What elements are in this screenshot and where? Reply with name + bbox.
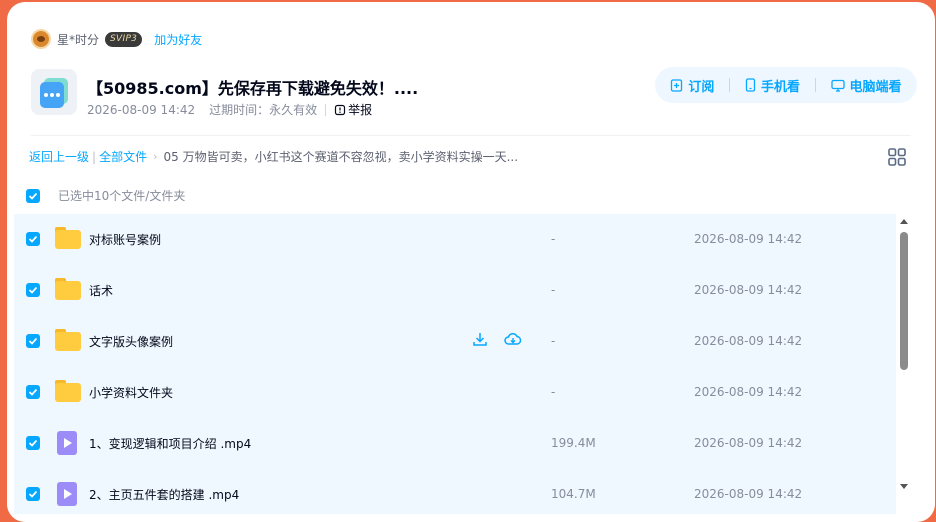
check-icon bbox=[28, 490, 38, 498]
file-name[interactable]: 1、变现逻辑和项目介绍 .mp4 bbox=[89, 435, 251, 452]
subscribe-label: 订阅 bbox=[688, 79, 715, 95]
file-name[interactable]: 话术 bbox=[89, 282, 113, 299]
file-row[interactable]: 2、主页五件套的搭建 .mp4 104.7M 2026-08-09 14:42 bbox=[14, 469, 896, 514]
breadcrumb: 返回上一级 | 全部文件 › 05 万物皆可卖，小红书这个赛道不容忽视，卖小学资… bbox=[29, 148, 518, 165]
video-file-icon bbox=[57, 482, 79, 506]
expire-label: 过期时间： bbox=[209, 103, 270, 117]
select-all-row: 已选中10个文件/文件夹 bbox=[26, 187, 185, 204]
file-size: - bbox=[551, 283, 556, 297]
row-checkbox[interactable] bbox=[26, 334, 40, 348]
select-all-checkbox[interactable] bbox=[26, 188, 40, 203]
report-button[interactable]: 举报 bbox=[334, 101, 372, 118]
phone-icon bbox=[745, 78, 756, 92]
scroll-down-arrow-icon[interactable] bbox=[900, 484, 908, 489]
current-folder: 05 万物皆可卖，小红书这个赛道不容忽视，卖小学资料实操一天... bbox=[163, 150, 519, 164]
scrollbar-thumb[interactable] bbox=[900, 232, 908, 370]
file-name[interactable]: 2、主页五件套的搭建 .mp4 bbox=[89, 486, 239, 503]
report-icon bbox=[335, 104, 346, 115]
row-hover-actions bbox=[472, 331, 536, 349]
desktop-view-label: 电脑端看 bbox=[849, 79, 902, 95]
header-divider bbox=[31, 135, 911, 136]
check-icon bbox=[28, 235, 38, 243]
user-name[interactable]: 星*时分 bbox=[57, 31, 99, 48]
file-time: 2026-08-09 14:42 bbox=[694, 436, 803, 450]
file-size: - bbox=[551, 334, 556, 348]
mobile-view-button[interactable]: 手机看 bbox=[745, 76, 800, 95]
check-icon bbox=[28, 439, 38, 447]
grid-view-icon[interactable] bbox=[887, 147, 907, 167]
share-actions: 订阅 手机看 电脑端看 bbox=[655, 67, 917, 103]
share-meta: 2026-08-09 14:42 过期时间： 永久有效 举报 bbox=[87, 101, 372, 118]
file-name[interactable]: 文字版头像案例 bbox=[89, 333, 173, 350]
vip-badge: SVIP3 bbox=[105, 31, 143, 47]
selection-count: 已选中10个文件/文件夹 bbox=[58, 189, 186, 203]
report-label: 举报 bbox=[348, 103, 373, 117]
user-row: 星*时分 SVIP3 加为好友 bbox=[31, 29, 202, 49]
list-scrollbar[interactable] bbox=[896, 214, 912, 494]
row-checkbox[interactable] bbox=[26, 436, 40, 450]
row-checkbox[interactable] bbox=[26, 487, 40, 501]
file-size: 199.4M bbox=[551, 436, 596, 450]
file-time: 2026-08-09 14:42 bbox=[694, 487, 803, 501]
avatar[interactable] bbox=[31, 29, 51, 49]
action-divider bbox=[814, 78, 816, 92]
chevron-right-icon: › bbox=[153, 150, 158, 163]
file-row[interactable]: 小学资料文件夹 - 2026-08-09 14:42 bbox=[14, 367, 896, 418]
check-icon bbox=[28, 337, 38, 345]
download-icon[interactable] bbox=[472, 331, 490, 349]
mobile-view-label: 手机看 bbox=[760, 79, 800, 95]
share-date: 2026-08-09 14:42 bbox=[87, 102, 196, 117]
file-time: 2026-08-09 14:42 bbox=[694, 385, 803, 399]
meta-divider bbox=[325, 103, 327, 116]
add-friend-link[interactable]: 加为好友 bbox=[154, 31, 202, 48]
video-file-icon bbox=[57, 431, 79, 455]
file-size: - bbox=[551, 385, 556, 399]
check-icon bbox=[28, 388, 38, 396]
check-icon bbox=[28, 286, 38, 294]
back-link[interactable]: 返回上一级 bbox=[29, 148, 89, 165]
desktop-view-button[interactable]: 电脑端看 bbox=[830, 76, 902, 95]
expire-value: 永久有效 bbox=[269, 103, 318, 117]
subscribe-button[interactable]: 订阅 bbox=[670, 76, 714, 95]
file-time: 2026-08-09 14:42 bbox=[694, 283, 803, 297]
all-files-link[interactable]: 全部文件 bbox=[99, 148, 147, 165]
action-divider bbox=[729, 78, 731, 92]
row-checkbox[interactable] bbox=[26, 283, 40, 297]
file-time: 2026-08-09 14:42 bbox=[694, 232, 803, 246]
share-card: 星*时分 SVIP3 加为好友 【50985.com】先保存再下载避免失效！..… bbox=[7, 2, 935, 522]
folder-icon bbox=[55, 227, 81, 249]
scroll-up-arrow-icon[interactable] bbox=[900, 219, 908, 224]
file-row[interactable]: 1、变现逻辑和项目介绍 .mp4 199.4M 2026-08-09 14:42 bbox=[14, 418, 896, 469]
monitor-icon bbox=[830, 79, 845, 92]
check-icon bbox=[28, 192, 38, 200]
folder-icon bbox=[55, 380, 81, 402]
share-folder-icon bbox=[31, 69, 77, 115]
save-to-cloud-icon[interactable] bbox=[504, 331, 522, 349]
file-list: 对标账号案例 - 2026-08-09 14:42 话术 - 2026-08-0… bbox=[14, 214, 896, 514]
row-checkbox[interactable] bbox=[26, 232, 40, 246]
file-row[interactable]: 对标账号案例 - 2026-08-09 14:42 bbox=[14, 214, 896, 265]
file-size: - bbox=[551, 232, 556, 246]
file-row[interactable]: 文字版头像案例 - 2026-08-09 14:42 bbox=[14, 316, 896, 367]
subscribe-icon bbox=[671, 78, 683, 92]
file-time: 2026-08-09 14:42 bbox=[694, 334, 803, 348]
file-name[interactable]: 对标账号案例 bbox=[89, 231, 161, 248]
file-row[interactable]: 话术 - 2026-08-09 14:42 bbox=[14, 265, 896, 316]
file-size: 104.7M bbox=[551, 487, 596, 501]
share-title: 【50985.com】先保存再下载避免失效！.... bbox=[87, 79, 419, 98]
breadcrumb-separator: | bbox=[92, 149, 97, 164]
folder-icon bbox=[55, 329, 81, 351]
folder-icon bbox=[55, 278, 81, 300]
file-name[interactable]: 小学资料文件夹 bbox=[89, 384, 173, 401]
row-checkbox[interactable] bbox=[26, 385, 40, 399]
